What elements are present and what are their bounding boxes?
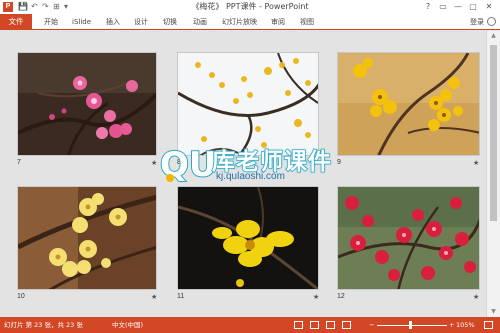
tab-home[interactable]: 开始	[44, 14, 58, 30]
wintersweet-dark-photo	[178, 187, 318, 289]
sign-in-link[interactable]: 登录	[470, 14, 484, 30]
animation-marker-icon[interactable]: ★	[151, 159, 157, 167]
tab-slideshow[interactable]: 幻灯片放映	[222, 14, 257, 30]
feedback-smiley-icon[interactable]	[487, 17, 496, 26]
slide-number-7: 7	[17, 159, 21, 166]
zoom-in-button[interactable]: +	[449, 317, 454, 333]
animation-marker-icon[interactable]: ★	[473, 293, 479, 301]
watermark-logo: QU	[160, 144, 214, 184]
fit-to-window-icon[interactable]	[484, 321, 493, 329]
wintersweet-pale-yellow-photo	[18, 187, 156, 289]
animation-marker-icon[interactable]: ★	[313, 293, 319, 301]
vertical-scrollbar[interactable]: ▲ ▼	[486, 31, 500, 317]
zoom-level[interactable]: 105%	[456, 317, 475, 333]
tab-design[interactable]: 设计	[134, 14, 148, 30]
minimize-icon[interactable]: —	[451, 0, 465, 13]
scroll-down-icon[interactable]: ▼	[487, 307, 500, 317]
maximize-icon[interactable]: ▢	[466, 0, 480, 13]
tab-animations[interactable]: 动画	[193, 14, 207, 30]
slide-thumbnail-9[interactable]	[337, 52, 480, 156]
slide-thumbnail-7[interactable]	[17, 52, 157, 156]
wintersweet-yellow-photo	[338, 53, 479, 155]
tab-file[interactable]: 文件	[0, 14, 32, 30]
plum-blossom-pink-photo	[18, 53, 156, 155]
animation-marker-icon[interactable]: ★	[473, 159, 479, 167]
normal-view-icon[interactable]	[294, 321, 303, 329]
ribbon-tab-bar: 文件 开始 iSlide 插入 设计 切换 动画 幻灯片放映 审阅 视图 登录	[0, 14, 500, 30]
status-bar: 幻灯片 第 23 张，共 23 张 中文(中国) − + 105%	[0, 317, 500, 333]
slide-number-11: 11	[177, 293, 185, 300]
slide-thumbnail-12[interactable]	[337, 186, 480, 290]
zoom-out-button[interactable]: −	[369, 317, 374, 333]
zoom-slider[interactable]	[377, 325, 447, 326]
watermark-url: kj.qulaoshi.com	[216, 171, 285, 182]
tab-islide[interactable]: iSlide	[72, 14, 91, 30]
language-status[interactable]: 中文(中国)	[112, 317, 143, 333]
title-bar: P 💾 ↶ ↷ ⊞ ▾ 《梅花》 PPT课件 - PowerPoint ? ▭ …	[0, 0, 500, 14]
reading-view-icon[interactable]	[326, 321, 335, 329]
slide-number-12: 12	[337, 293, 345, 300]
slide-thumbnail-10[interactable]	[17, 186, 157, 290]
slide-sorter-view-icon[interactable]	[310, 321, 319, 329]
close-icon[interactable]: ✕	[482, 0, 496, 13]
scroll-up-icon[interactable]: ▲	[487, 31, 500, 41]
zoom-slider-thumb[interactable]	[408, 321, 412, 329]
tab-review[interactable]: 审阅	[271, 14, 285, 30]
tab-insert[interactable]: 插入	[106, 14, 120, 30]
slide-thumbnail-11[interactable]	[177, 186, 319, 290]
help-icon[interactable]: ?	[421, 0, 435, 13]
tab-view[interactable]: 视图	[300, 14, 314, 30]
tab-transitions[interactable]: 切换	[163, 14, 177, 30]
scroll-thumb[interactable]	[490, 45, 497, 221]
animation-marker-icon[interactable]: ★	[151, 293, 157, 301]
ribbon-display-icon[interactable]: ▭	[436, 0, 450, 13]
slide-count-status: 幻灯片 第 23 张，共 23 张	[4, 321, 83, 329]
slide-number-9: 9	[337, 159, 341, 166]
plum-blossom-red-photo	[338, 187, 479, 289]
slide-number-10: 10	[17, 293, 25, 300]
slideshow-view-icon[interactable]	[342, 321, 351, 329]
